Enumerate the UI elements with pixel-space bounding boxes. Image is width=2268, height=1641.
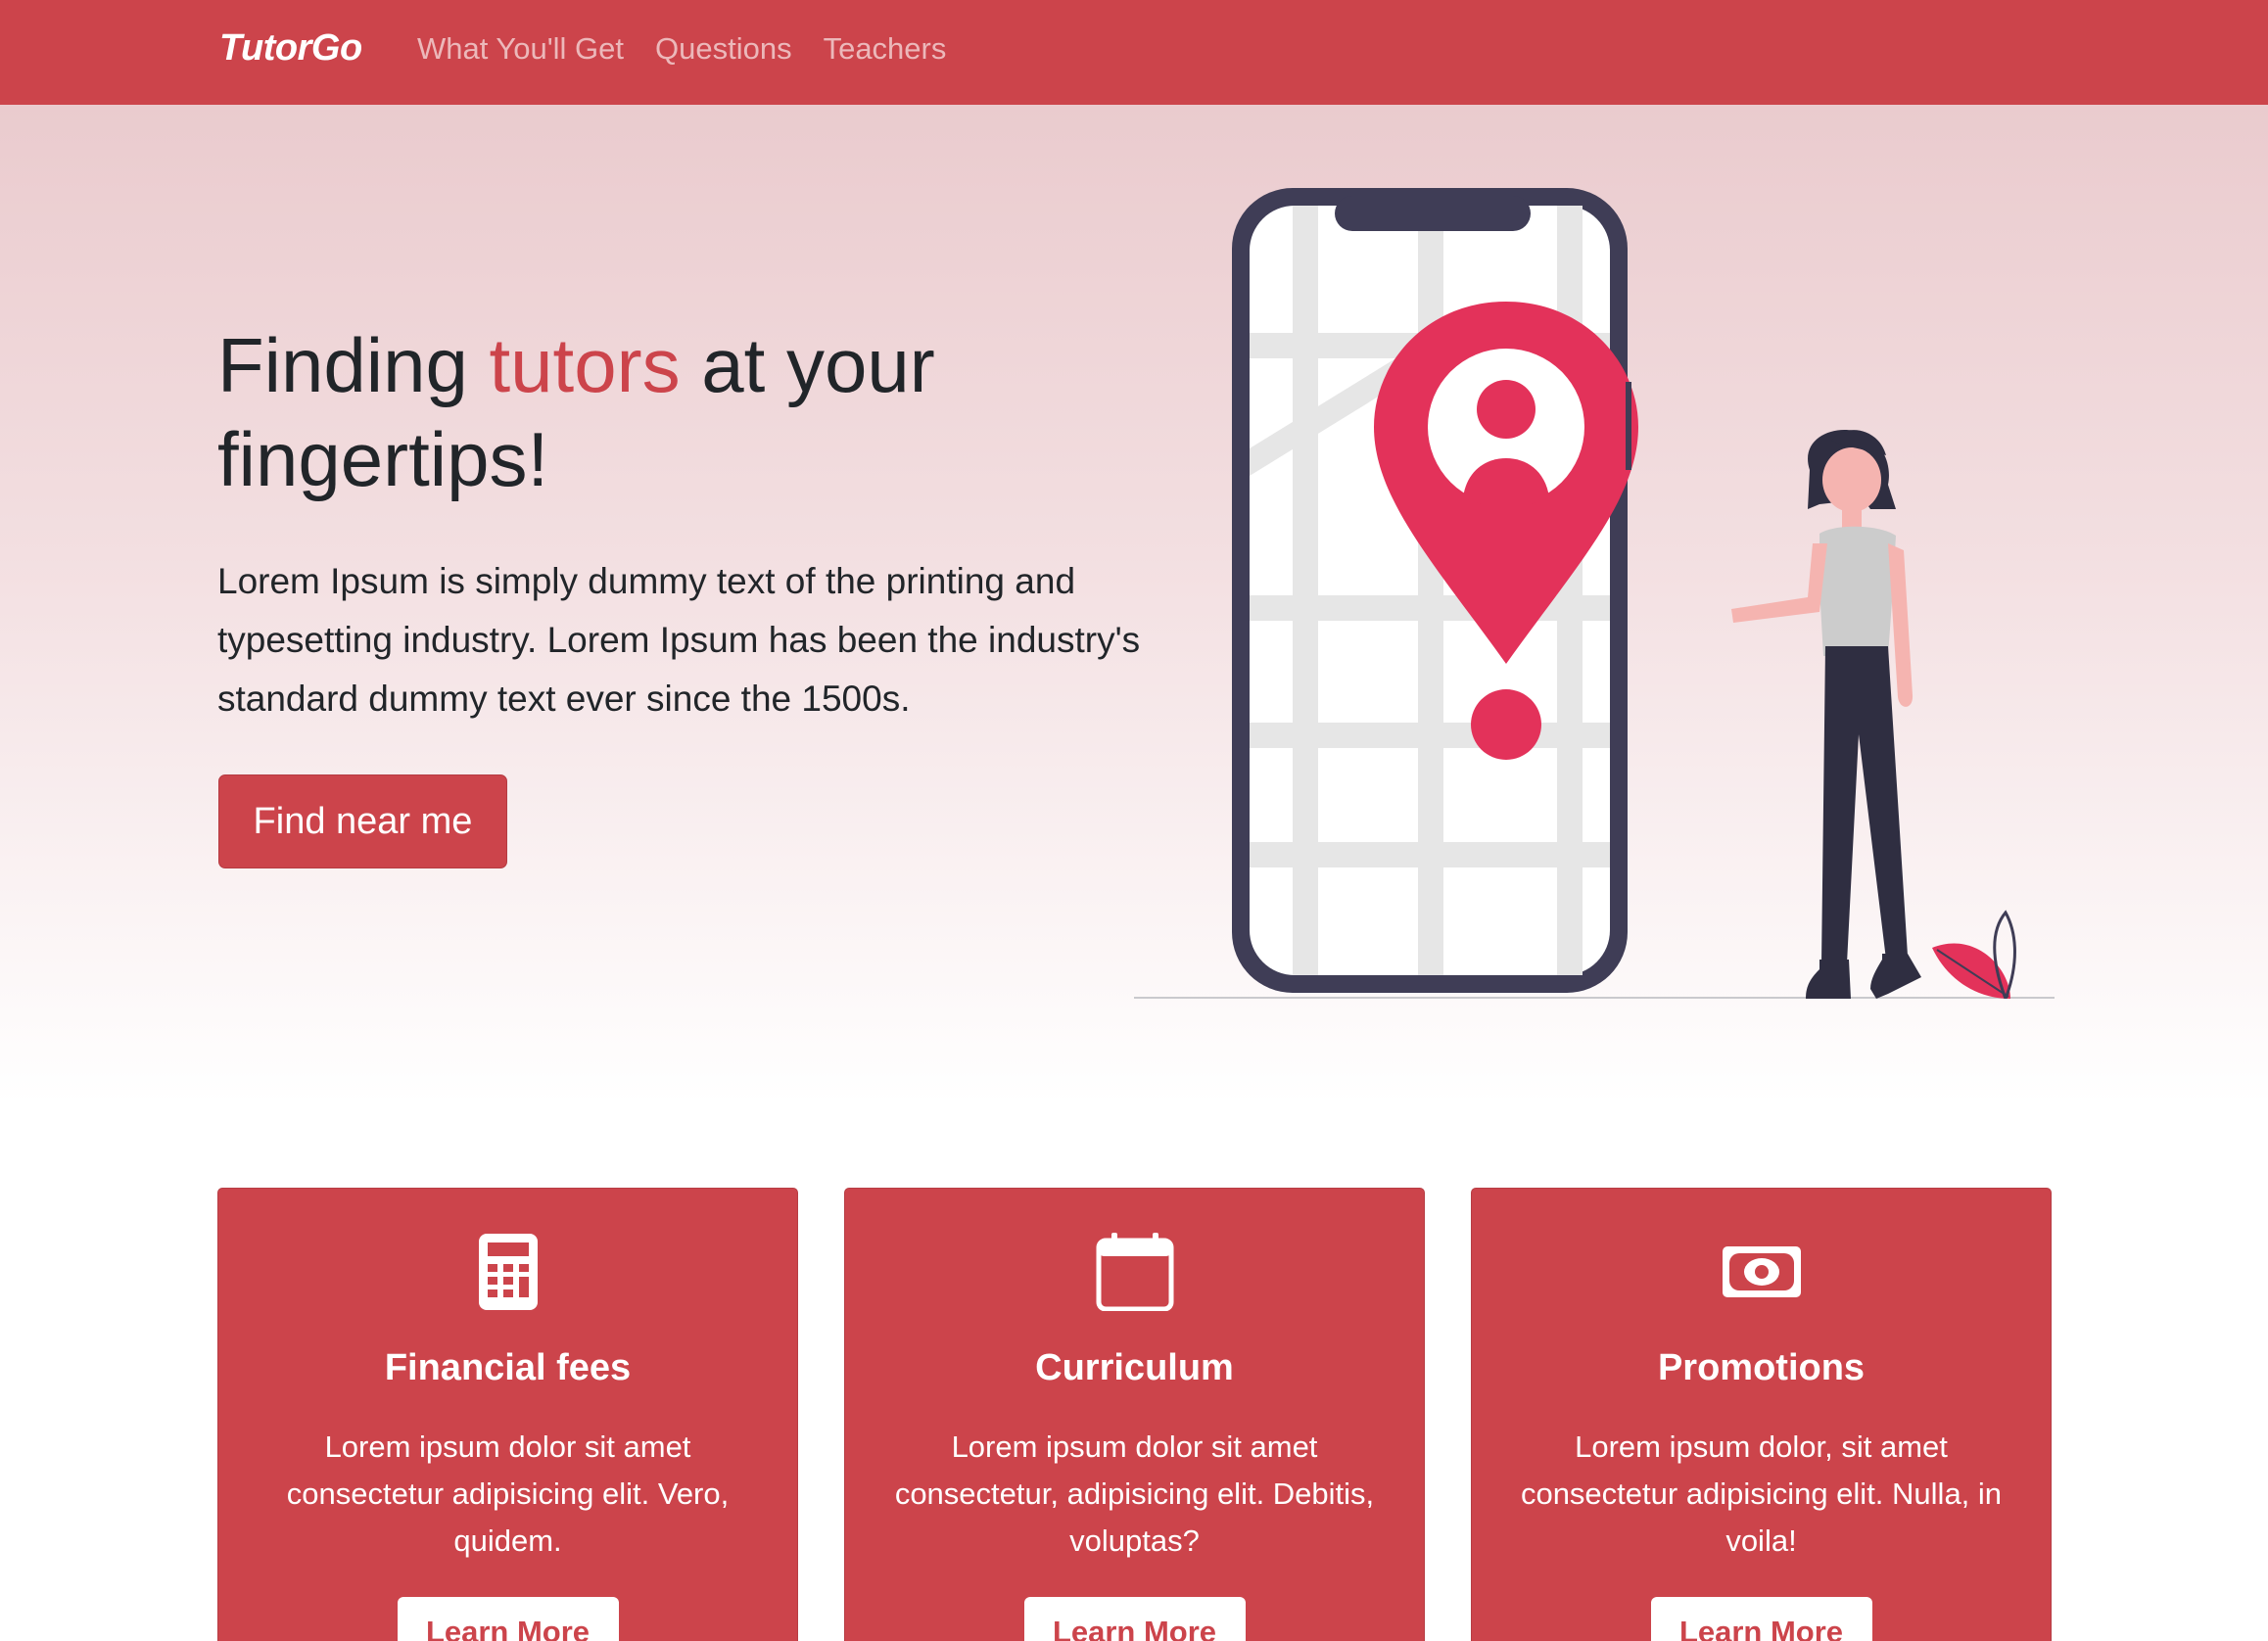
learn-more-button[interactable]: Learn More	[397, 1597, 619, 1641]
nav-links: What You'll Get Questions Teachers	[417, 31, 946, 67]
card-title: Financial fees	[384, 1347, 632, 1388]
card-text: Lorem ipsum dolor sit amet consectetur a…	[286, 1430, 730, 1558]
leaf-decoration	[1932, 910, 2016, 999]
card-text: Lorem ipsum dolor, sit amet consectetur …	[1520, 1430, 2003, 1558]
card-title: Curriculum	[1035, 1347, 1234, 1388]
nav-link-questions[interactable]: Questions	[655, 31, 792, 67]
nav-link-teachers[interactable]: Teachers	[824, 31, 947, 67]
feature-card-financial-fees: Financial fees Lorem ipsum dolor sit ame…	[217, 1188, 798, 1641]
card-text: Lorem ipsum dolor sit amet consectetur, …	[894, 1430, 1375, 1558]
calendar-icon	[845, 1233, 1424, 1321]
hero-title: Finding tutors at your fingertips!	[217, 318, 1099, 506]
pin-dot	[1471, 689, 1541, 760]
calculator-icon	[218, 1233, 797, 1321]
cash-icon	[1472, 1233, 2051, 1321]
brand-logo[interactable]: TutorGo	[219, 27, 362, 70]
hero-title-accent: tutors	[489, 322, 681, 408]
woman-figure	[1731, 430, 1921, 999]
features-section: Financial fees Lorem ipsum dolor sit ame…	[217, 1188, 2053, 1641]
person-head-icon	[1477, 380, 1536, 439]
phone-map-illustration	[1134, 188, 2055, 999]
feature-card-promotions: Promotions Lorem ipsum dolor, sit amet c…	[1471, 1188, 2052, 1641]
navbar: TutorGo What You'll Get Questions Teache…	[0, 0, 2268, 105]
nav-link-what-youll-get[interactable]: What You'll Get	[417, 31, 624, 67]
phone-side-button	[1626, 382, 1631, 470]
hero-title-part1: Finding	[217, 322, 490, 408]
feature-card-curriculum: Curriculum Lorem ipsum dolor sit amet co…	[844, 1188, 1425, 1641]
learn-more-button[interactable]: Learn More	[1023, 1597, 1246, 1641]
find-near-me-button[interactable]: Find near me	[218, 774, 507, 868]
card-title: Promotions	[1657, 1347, 1866, 1388]
hero-description: Lorem Ipsum is simply dummy text of the …	[217, 561, 1141, 719]
learn-more-button[interactable]: Learn More	[1650, 1597, 1872, 1641]
phone-notch	[1335, 196, 1531, 231]
